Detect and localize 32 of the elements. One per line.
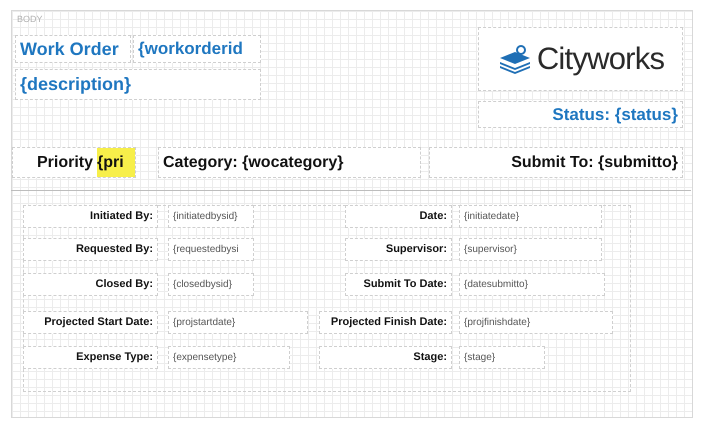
submit-to-field[interactable]: Submit To: {submitto} <box>429 147 683 178</box>
category-field[interactable]: Category: {wocategory} <box>158 147 421 178</box>
field-value[interactable]: {initiatedate} <box>459 205 602 228</box>
priority-field[interactable]: Priority {pri <box>12 147 136 178</box>
field-value[interactable]: {requestedbysi <box>168 238 254 261</box>
field-label: Closed By: <box>23 273 158 296</box>
field-label: Stage: <box>319 346 452 369</box>
field-value[interactable]: {projfinishdate} <box>459 311 613 334</box>
field-label: Submit To Date: <box>345 273 452 296</box>
field-value[interactable]: {datesubmitto} <box>459 273 605 296</box>
logo-field[interactable]: Cityworks <box>478 27 683 91</box>
status-field[interactable]: Status: {status} <box>478 101 683 128</box>
field-value[interactable]: {supervisor} <box>459 238 602 261</box>
field-label: Projected Start Date: <box>23 311 158 334</box>
field-label: Projected Finish Date: <box>319 311 452 334</box>
logo-wordmark: Cityworks <box>536 40 664 78</box>
field-label: Expense Type: <box>23 346 158 369</box>
field-value[interactable]: {closedbysid} <box>168 273 254 296</box>
field-label: Supervisor: <box>345 238 452 261</box>
id-field[interactable]: {workorderid <box>133 35 261 63</box>
section-label: BODY <box>17 13 43 26</box>
field-value[interactable]: {stage} <box>459 346 545 369</box>
field-label: Date: <box>345 205 452 228</box>
field-value[interactable]: {expensetype} <box>168 346 290 369</box>
field-value[interactable]: {projstartdate} <box>168 311 308 334</box>
description-field[interactable]: {description} <box>15 69 261 100</box>
field-label: Requested By: <box>23 238 158 261</box>
field-label: Initiated By: <box>23 205 158 228</box>
field-value[interactable]: {initiatedbysid} <box>168 205 254 228</box>
priority-value[interactable]: {pri <box>97 148 135 177</box>
priority-label: Priority <box>37 152 94 172</box>
title-field[interactable]: Work Order <box>15 35 131 63</box>
